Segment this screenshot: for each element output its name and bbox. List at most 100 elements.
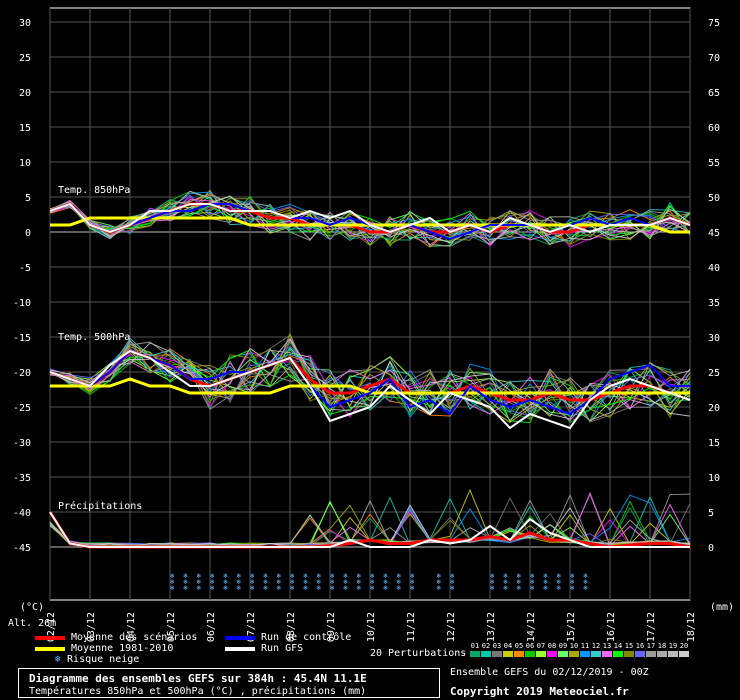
perturbation-id: 01 bbox=[471, 642, 479, 650]
right-tick-label: 30 bbox=[708, 333, 720, 344]
left-tick-label: -35 bbox=[13, 473, 31, 484]
copyright: Copyright 2019 Meteociel.fr bbox=[450, 685, 629, 698]
x-tick-label: 17/12 bbox=[646, 612, 657, 642]
left-tick-label: 20 bbox=[19, 88, 31, 99]
snow-risk-marker: ❄ bbox=[263, 584, 267, 592]
snow-risk-marker: ❄ bbox=[530, 584, 534, 592]
x-tick-label: 11/12 bbox=[406, 612, 417, 642]
left-tick-label: -5 bbox=[19, 263, 31, 274]
left-tick-label: -30 bbox=[13, 438, 31, 449]
right-tick-label: 20 bbox=[708, 403, 720, 414]
snow-risk-marker: ❄ bbox=[543, 584, 547, 592]
legend-moyenne-scenarios: Moyenne des scénarios bbox=[35, 632, 197, 643]
x-tick-label: 13/12 bbox=[486, 612, 497, 642]
left-tick-label: 5 bbox=[25, 193, 31, 204]
snowflake-icon: ❄ bbox=[55, 654, 62, 665]
perturbation-swatch bbox=[635, 651, 645, 657]
perturbation-id: 19 bbox=[669, 642, 677, 650]
perturbation-swatch bbox=[492, 651, 502, 657]
perturbation-id: 12 bbox=[592, 642, 600, 650]
left-tick-label: 25 bbox=[19, 53, 31, 64]
x-tick-label: 15/12 bbox=[566, 612, 577, 642]
legend-label-moyenne-scenarios: Moyenne des scénarios bbox=[71, 632, 198, 643]
legend-label-run-controle: Run de contrôle bbox=[261, 632, 352, 643]
legend-moyenne-clim: Moyenne 1981-2010 bbox=[35, 643, 173, 654]
snow-risk-marker: ❄ bbox=[317, 584, 321, 592]
perturbation-swatch bbox=[470, 651, 480, 657]
perturbation-id: 20 bbox=[680, 642, 688, 650]
panel-label-t850: Temp. 850hPa bbox=[58, 185, 130, 196]
perturbation-id: 14 bbox=[614, 642, 622, 650]
snow-risk-marker: ❄ bbox=[250, 584, 254, 592]
left-tick-label: 0 bbox=[25, 228, 31, 239]
left-tick-label: 30 bbox=[19, 18, 31, 29]
perturbation-swatch bbox=[514, 651, 524, 657]
perturbation-id: 09 bbox=[559, 642, 567, 650]
snow-risk-marker: ❄ bbox=[383, 584, 387, 592]
legend-run-gfs: Run GFS bbox=[225, 643, 303, 654]
perturbation-swatch bbox=[624, 651, 634, 657]
snow-risk-marker: ❄ bbox=[570, 584, 574, 592]
perturbation-id: 08 bbox=[548, 642, 556, 650]
right-tick-label: 5 bbox=[708, 508, 714, 519]
snow-risk-marker: ❄ bbox=[303, 584, 307, 592]
legend-label-run-gfs: Run GFS bbox=[261, 643, 304, 654]
legend-risque-neige: ❄ Risque neige bbox=[55, 654, 139, 665]
left-tick-label: -10 bbox=[13, 298, 31, 309]
right-tick-label: 0 bbox=[708, 543, 714, 554]
perturbation-swatch bbox=[591, 651, 601, 657]
left-tick-label: -45 bbox=[13, 543, 31, 554]
perturbation-swatch bbox=[536, 651, 546, 657]
perturbation-id: 07 bbox=[537, 642, 545, 650]
x-tick-label: 06/12 bbox=[206, 612, 217, 642]
left-tick-label: -20 bbox=[13, 368, 31, 379]
perturbation-id: 10 bbox=[570, 642, 578, 650]
perturbation-id: 18 bbox=[658, 642, 666, 650]
right-tick-label: 40 bbox=[708, 263, 720, 274]
chart-subtitle: Températures 850hPa et 500hPa (°C) , pré… bbox=[29, 686, 367, 697]
perturbation-swatch bbox=[547, 651, 557, 657]
left-tick-label: -40 bbox=[13, 508, 31, 519]
perturbation-id: 05 bbox=[515, 642, 523, 650]
right-tick-label: 75 bbox=[708, 18, 720, 29]
left-axis-unit: (°C) bbox=[20, 602, 44, 613]
perturbations-label: 20 Perturbations bbox=[370, 648, 467, 659]
perturbation-id: 15 bbox=[625, 642, 633, 650]
perturbation-id: 16 bbox=[636, 642, 644, 650]
left-tick-label: 15 bbox=[19, 123, 31, 134]
snow-risk-marker: ❄ bbox=[237, 584, 241, 592]
perturbation-swatch bbox=[580, 651, 590, 657]
snow-risk-marker: ❄ bbox=[343, 584, 347, 592]
snow-risk-marker: ❄ bbox=[210, 584, 214, 592]
snow-risk-marker: ❄ bbox=[330, 584, 334, 592]
x-tick-label: 18/12 bbox=[686, 612, 697, 642]
perturbation-id: 04 bbox=[504, 642, 512, 650]
altitude-label: Alt. 26m bbox=[8, 618, 56, 629]
run-info: Ensemble GEFS du 02/12/2019 - 00Z bbox=[450, 667, 649, 678]
perturbation-id: 13 bbox=[603, 642, 611, 650]
right-tick-label: 45 bbox=[708, 228, 720, 239]
snow-risk-marker: ❄ bbox=[357, 584, 361, 592]
snow-risk-marker: ❄ bbox=[170, 584, 174, 592]
snow-risk-marker: ❄ bbox=[503, 584, 507, 592]
perturbation-swatch bbox=[657, 651, 667, 657]
perturbation-swatch bbox=[481, 651, 491, 657]
snow-risk-marker: ❄ bbox=[557, 584, 561, 592]
perturbation-id: 03 bbox=[493, 642, 501, 650]
perturbation-swatch bbox=[503, 651, 513, 657]
perturbation-id: 02 bbox=[482, 642, 490, 650]
right-axis-unit: (mm) bbox=[710, 602, 734, 613]
perturbation-id: 17 bbox=[647, 642, 655, 650]
snow-risk-marker: ❄ bbox=[277, 584, 281, 592]
perturbation-swatch bbox=[602, 651, 612, 657]
perturbation-swatch bbox=[679, 651, 689, 657]
x-tick-label: 10/12 bbox=[366, 612, 377, 642]
legend-swatch-blue bbox=[225, 635, 255, 640]
legend-run-controle: Run de contrôle bbox=[225, 632, 351, 643]
right-tick-label: 55 bbox=[708, 158, 720, 169]
perturbation-swatch bbox=[558, 651, 568, 657]
chart-title: Diagramme des ensembles GEFS sur 384h : … bbox=[29, 672, 367, 685]
snow-risk-marker: ❄ bbox=[517, 584, 521, 592]
perturbation-swatch bbox=[646, 651, 656, 657]
gefs-chart: 30 7525 7020 6515 6010 555 500 45-5 40-10 35-15 30… bbox=[8, 7, 734, 657]
